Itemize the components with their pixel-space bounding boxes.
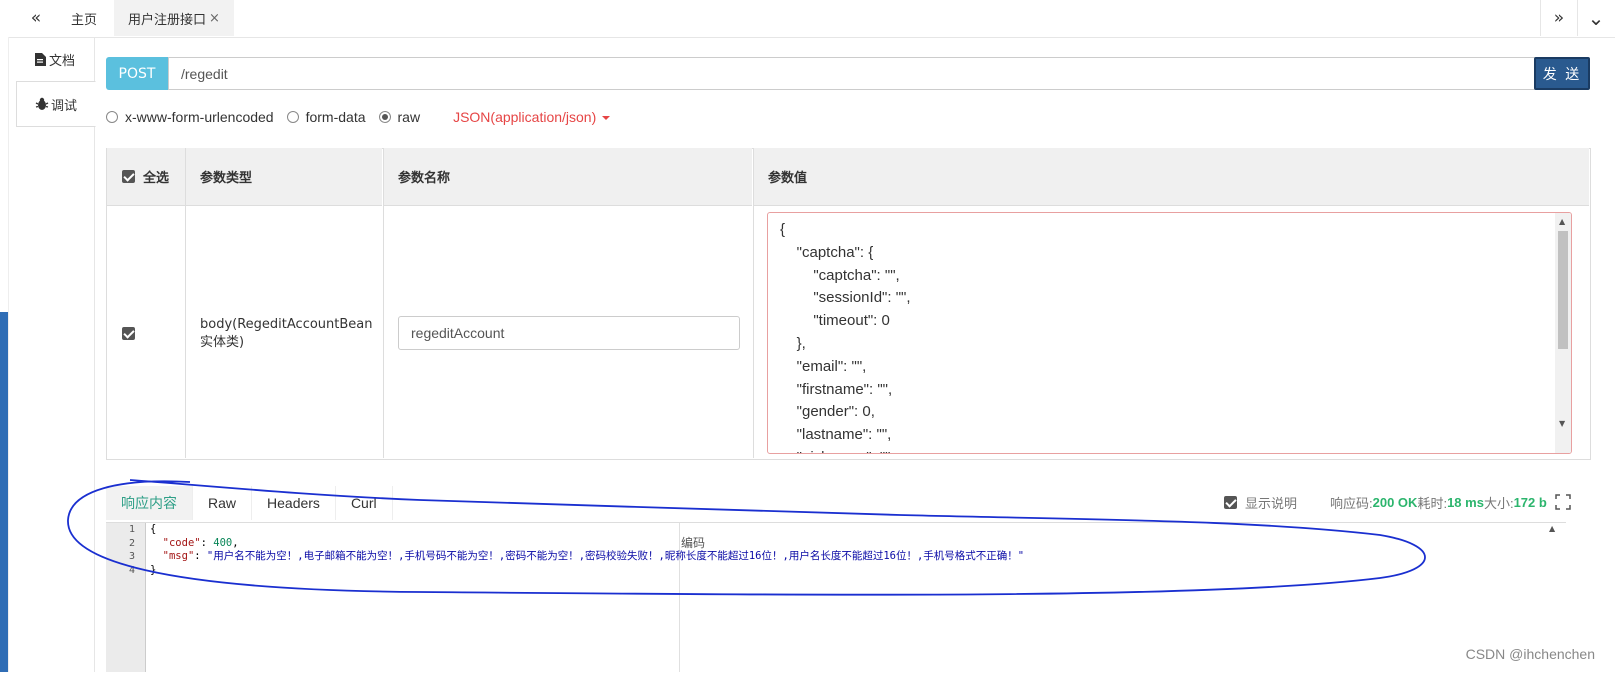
hand-drawn-annotation	[67, 479, 1426, 596]
watermark: CSDN @ihchenchen	[1465, 646, 1595, 662]
